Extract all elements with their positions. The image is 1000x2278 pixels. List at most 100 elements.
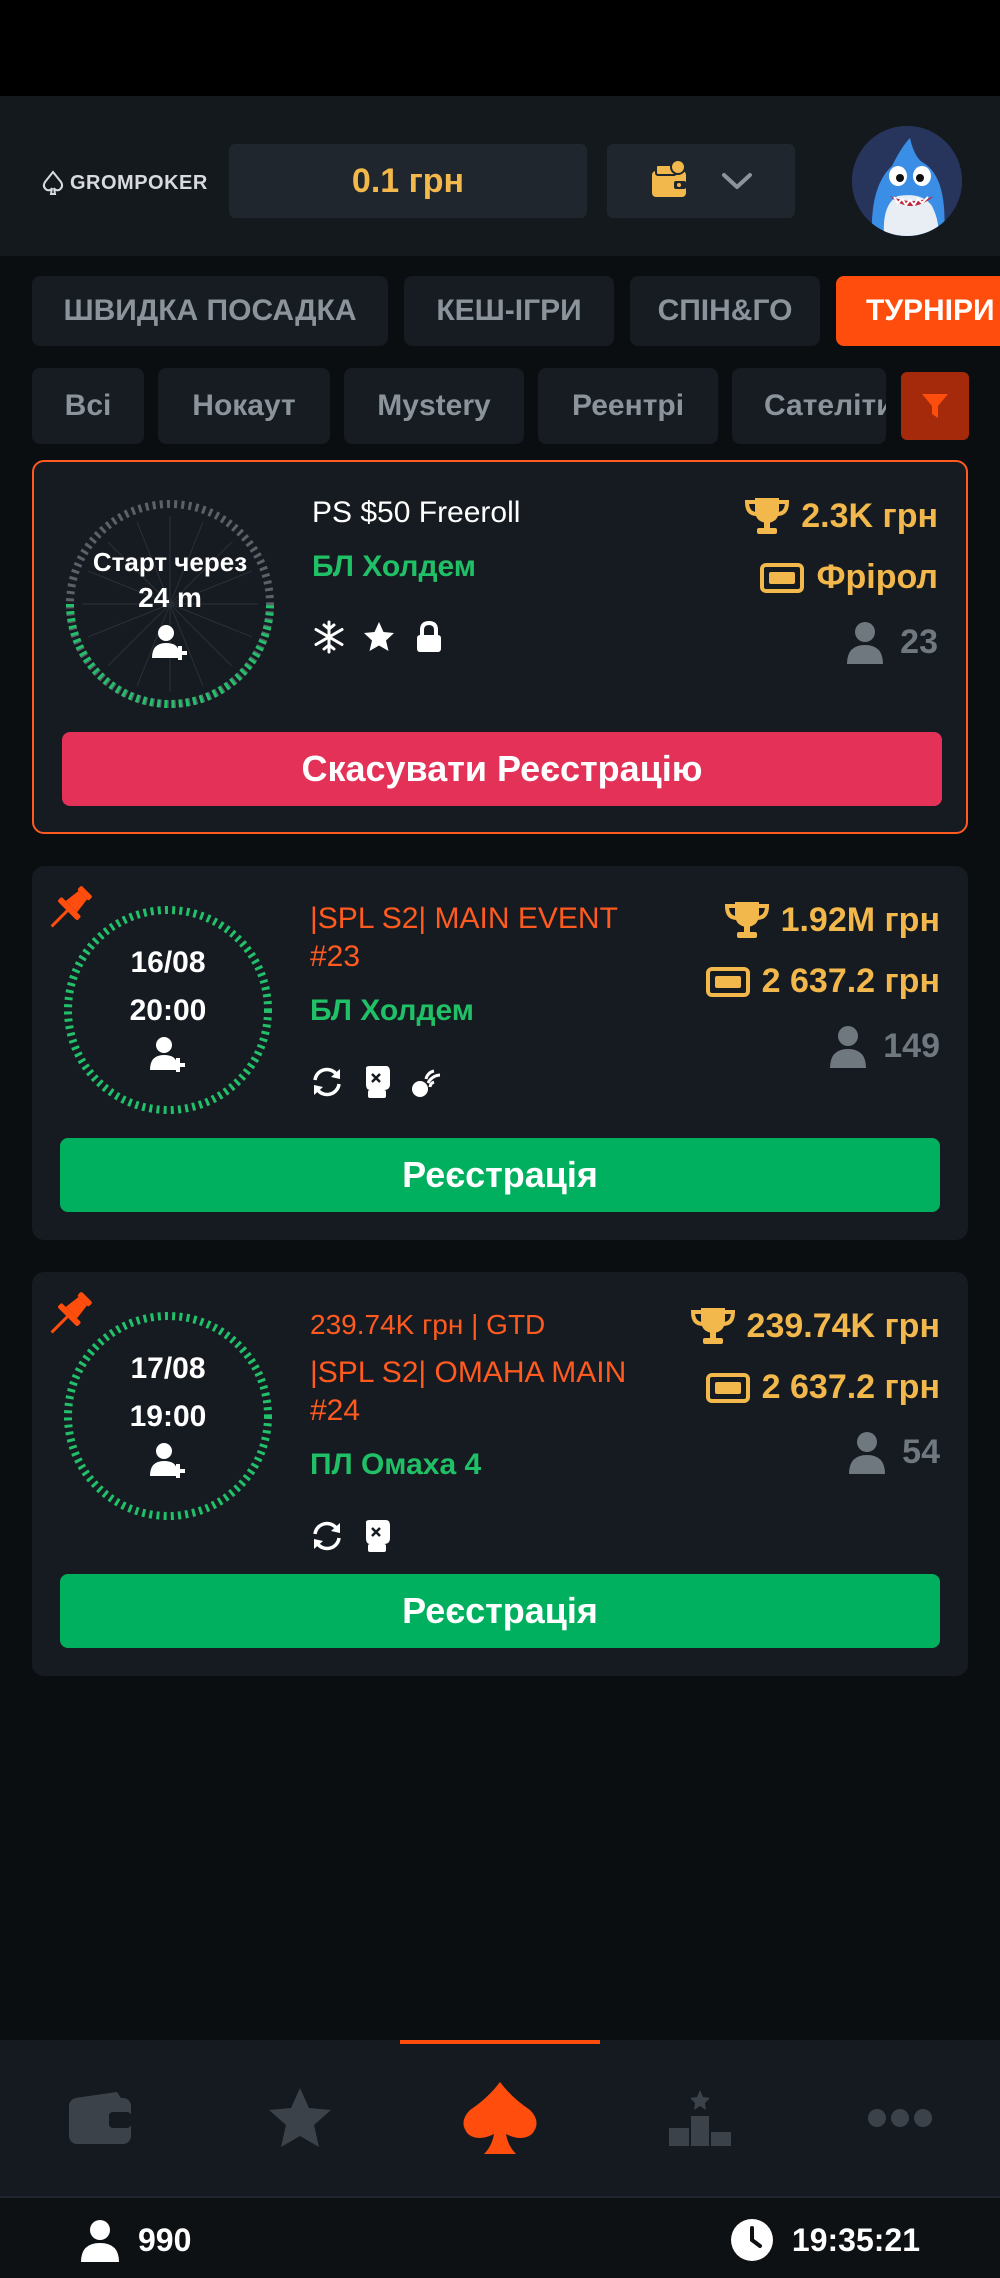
game-type: ПЛ Омаха 4	[310, 1448, 482, 1481]
tournament-card[interactable]: 16/08 20:00 |SPL S2| MAIN EVENT #23 БЛ Х…	[32, 866, 968, 1240]
wallet-icon	[652, 159, 686, 197]
filter-chip-reentry[interactable]: Реентрі	[538, 368, 718, 444]
tournament-feature-icons	[310, 1064, 444, 1100]
buy-in-value: Фрірол	[816, 558, 938, 596]
player-count-value: 23	[900, 622, 938, 661]
prize-value: 1.92M грн	[780, 900, 940, 939]
wallet-dropdown[interactable]	[607, 144, 795, 218]
balance-display[interactable]: 0.1 грн	[229, 144, 587, 218]
tournament-name: |SPL S2| MAIN EVENT #23	[310, 902, 618, 973]
logo-text: GROMPOKER	[70, 171, 208, 194]
nav-lobby[interactable]	[400, 2040, 600, 2196]
cancel-registration-button[interactable]: Скасувати Реєстрацію	[62, 732, 942, 806]
nav-leaderboard[interactable]	[600, 2040, 800, 2196]
trophy-icon	[745, 498, 790, 534]
filter-chip-knockout[interactable]: Нокаут	[158, 368, 330, 444]
balance-value: 0.1 грн	[351, 161, 465, 200]
player-count: 54	[848, 1430, 940, 1474]
prize-pool: 1.92M грн	[724, 900, 940, 940]
more-icon	[868, 2109, 932, 2127]
funnel-icon	[922, 394, 948, 418]
lock-icon	[417, 620, 441, 652]
user-icon	[847, 622, 884, 664]
status-bar	[0, 0, 1000, 96]
clock: 19:35:21	[730, 2218, 920, 2262]
tournament-card[interactable]: 17/08 19:00 239.74K грн | GTD |SPL S2| O…	[32, 1272, 968, 1676]
register-user-icon	[152, 624, 187, 660]
filter-chip-all[interactable]: Всі	[32, 368, 144, 444]
start-datetime: 17/08 19:00	[60, 1308, 276, 1524]
nav-more[interactable]	[800, 2040, 1000, 2196]
tournament-name: |SPL S2| OMAHA MAIN #24	[310, 1356, 627, 1427]
logo[interactable]: GROMPOKER	[40, 170, 208, 196]
star-icon	[364, 622, 394, 651]
tournament-name: PS $50 Freeroll	[312, 496, 521, 529]
ticket-icon	[760, 562, 805, 593]
buy-in: 2 637.2 грн	[705, 962, 940, 1001]
prize-pool: 239.74K грн	[690, 1306, 940, 1346]
tournament-filter-chips: Всі Нокаут Mystery Реентрі Сателіти	[0, 368, 1000, 444]
snowflake-icon	[314, 620, 344, 654]
user-icon	[830, 1026, 867, 1068]
shark-avatar-icon	[852, 126, 962, 236]
trophy-icon	[724, 902, 769, 938]
mystery-icon	[412, 1069, 441, 1097]
player-count-value: 54	[902, 1432, 940, 1471]
filter-chip-mystery[interactable]: Mystery	[344, 368, 524, 444]
tournament-feature-icons	[310, 1518, 394, 1554]
player-count: 23	[846, 620, 938, 664]
star-icon	[269, 2088, 331, 2147]
start-date: 16/08	[130, 946, 206, 979]
user-icon	[81, 2220, 119, 2262]
tab-tournaments[interactable]: ТУРНІРИ	[836, 276, 1000, 346]
online-count: 990	[138, 2221, 192, 2258]
tab-cash-games[interactable]: КЕШ-ІГРИ	[404, 276, 614, 346]
ticket-icon	[705, 966, 750, 997]
register-button[interactable]: Реєстрація	[60, 1138, 940, 1212]
register-user-icon	[150, 1037, 185, 1072]
start-datetime: 16/08 20:00	[60, 902, 276, 1118]
tab-quick-seat[interactable]: ШВИДКА ПОСАДКА	[32, 276, 388, 346]
start-time: 19:00	[129, 1400, 207, 1433]
buy-in-value: 2 637.2 грн	[761, 1368, 940, 1406]
buy-in: Фрірол	[760, 558, 938, 597]
nav-favorites[interactable]	[200, 2040, 400, 2196]
tournament-card[interactable]: Старт через 24 m PS $50 Freeroll БЛ Холд…	[32, 460, 968, 834]
header: GROMPOKER 0.1 грн	[0, 96, 1000, 256]
countdown-time: 24 m	[138, 581, 202, 613]
countdown-caption: Старт через	[92, 546, 248, 577]
prize-value: 239.74K грн	[746, 1306, 940, 1345]
game-type-tabs: ШВИДКА ПОСАДКА КЕШ-ІГРИ СПІН&ГО ТУРНІРИ	[0, 276, 1000, 348]
avatar[interactable]	[852, 126, 962, 236]
start-time: 20:00	[129, 994, 207, 1027]
clock-icon	[730, 2219, 773, 2261]
footer-status: 990 19:35:21	[0, 2196, 1000, 2278]
filter-chip-satellites[interactable]: Сателіти	[732, 368, 886, 444]
prize-value: 2.3K грн	[801, 496, 938, 535]
countdown-label: Старт через 24 m	[62, 496, 278, 712]
player-count: 149	[829, 1024, 940, 1068]
bottom-navigation	[0, 2040, 1000, 2196]
nav-cashier[interactable]	[0, 2040, 200, 2196]
ticket-icon	[705, 1372, 750, 1403]
prize-pool: 2.3K грн	[745, 496, 938, 536]
start-date: 17/08	[130, 1352, 206, 1385]
current-time: 19:35:21	[791, 2221, 920, 2258]
podium-icon	[669, 2090, 731, 2146]
chevron-down-icon	[722, 173, 752, 189]
logo-icon	[42, 170, 64, 195]
online-players: 990	[80, 2218, 191, 2262]
knockout-icon	[366, 1520, 390, 1552]
trophy-icon	[690, 1308, 735, 1344]
spade-icon	[463, 2082, 537, 2154]
reentry-icon	[313, 1067, 341, 1097]
tab-spin-and-go[interactable]: СПІН&ГО	[630, 276, 820, 346]
buy-in: 2 637.2 грн	[705, 1368, 940, 1407]
game-type: БЛ Холдем	[310, 994, 474, 1027]
tournament-feature-icons	[312, 620, 446, 654]
player-count-value: 149	[883, 1026, 940, 1065]
register-user-icon	[150, 1443, 185, 1478]
register-button[interactable]: Реєстрація	[60, 1574, 940, 1648]
filter-button[interactable]	[901, 372, 969, 440]
wallet-icon	[69, 2092, 131, 2144]
